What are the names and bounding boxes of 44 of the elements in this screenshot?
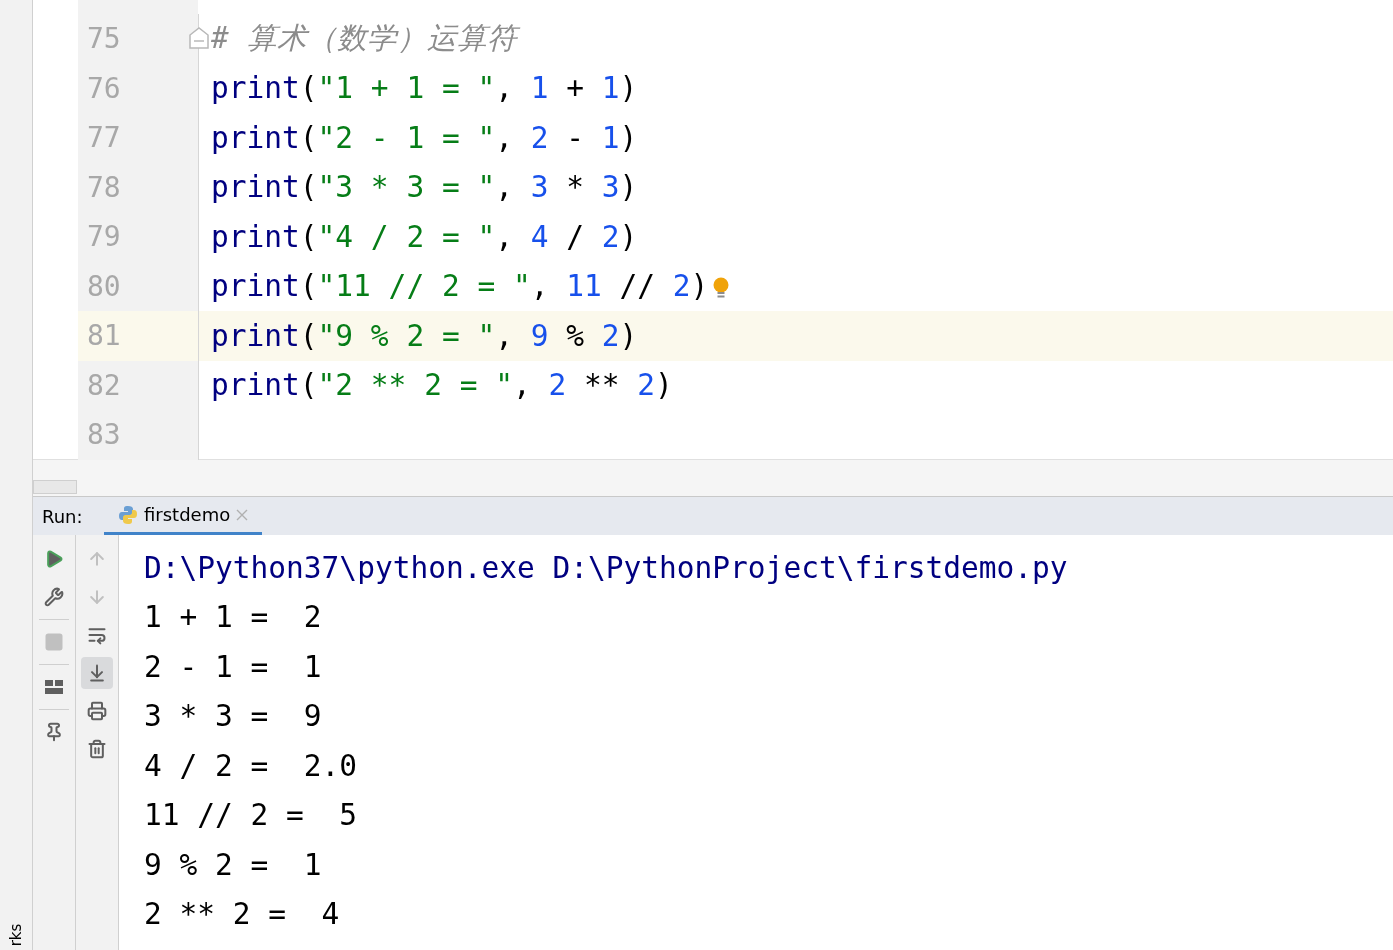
console-output: 9 % 2 = 1 [144, 846, 323, 884]
console-output: 2 ** 2 = 4 [144, 896, 341, 934]
tab-title: firstdemo [144, 504, 231, 525]
stop-icon [44, 632, 64, 652]
line-number: 82 [87, 368, 121, 402]
line-number: 79 [87, 220, 121, 254]
console-output: 2 - 1 = 1 [144, 648, 323, 686]
code-line: print("1 + 1 = ", 1 + 1) [211, 71, 638, 106]
printer-icon [87, 701, 107, 721]
code-line: print("9 % 2 = ", 9 % 2) [211, 318, 638, 353]
bookmarks-tab-label[interactable]: rks [7, 923, 25, 947]
scroll-to-end-button[interactable] [81, 657, 113, 689]
down-arrow-icon [87, 587, 107, 607]
fold-marker-icon[interactable] [188, 26, 210, 50]
line-number: 77 [87, 121, 121, 155]
run-tab[interactable]: firstdemo [104, 497, 263, 535]
python-icon [118, 504, 138, 525]
line-number: 76 [87, 71, 121, 105]
code-line: print("11 // 2 = ", 11 // 2) [211, 269, 709, 304]
code-line: print("2 - 1 = ", 2 - 1) [211, 120, 638, 155]
line-number: 80 [87, 269, 121, 303]
line-number: 75 [87, 22, 121, 56]
lightbulb-icon[interactable] [712, 275, 730, 300]
console-output: 3 * 3 = 9 [144, 698, 323, 736]
line-number: 83 [87, 418, 121, 452]
run-icon [44, 549, 64, 569]
layout-icon [44, 678, 64, 696]
line-number: 81 [87, 319, 121, 353]
console-command: D:\Python37\python.exe D:\PythonProject\firstdemo.py [144, 549, 1069, 587]
line-number: 78 [87, 170, 121, 204]
console-output: 4 / 2 = 2.0 [144, 747, 359, 785]
scroll-to-end-icon [87, 663, 107, 683]
trash-icon [87, 739, 107, 759]
console-output: 11 // 2 = 5 [144, 797, 359, 835]
console-output: 1 + 1 = 2 [144, 599, 323, 637]
code-line: print("2 ** 2 = ", 2 ** 2) [211, 368, 673, 403]
wrench-icon [44, 587, 64, 607]
up-arrow-icon [87, 549, 107, 569]
pin-icon [44, 722, 64, 742]
code-line: print("3 * 3 = ", 3 * 3) [211, 170, 638, 205]
scrollbar-thumb[interactable] [33, 480, 77, 494]
run-label: Run: [42, 505, 84, 527]
wrap-icon [87, 625, 107, 645]
code-line: print("4 / 2 = ", 4 / 2) [211, 219, 638, 254]
